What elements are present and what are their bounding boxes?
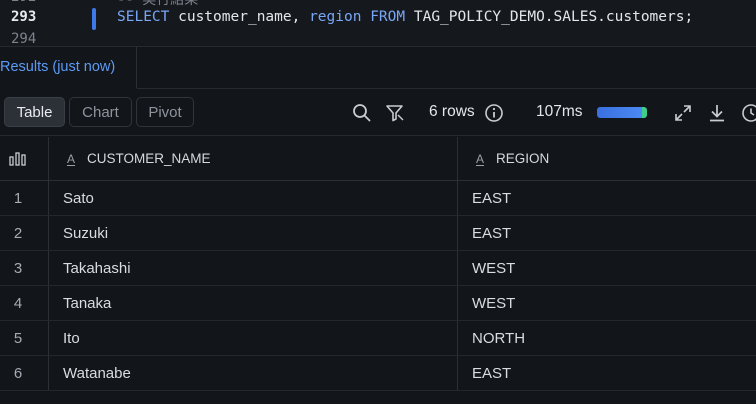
customer-name-cell[interactable]: Sato [49, 181, 458, 215]
region-cell[interactable]: NORTH [458, 321, 756, 355]
active-line-marker [92, 8, 96, 30]
table-row[interactable]: 2 Suzuki EAST [0, 216, 756, 251]
progress-tip [642, 107, 647, 118]
column-header-customer-name[interactable]: A CUSTOMER_NAME [49, 137, 458, 180]
download-icon[interactable] [706, 102, 728, 124]
row-index-cell[interactable]: 5 [0, 321, 49, 355]
history-icon[interactable] [740, 102, 756, 124]
text-type-icon: A [476, 151, 485, 166]
customer-name-cell[interactable]: Tanaka [49, 286, 458, 320]
expand-icon[interactable] [672, 102, 694, 124]
elapsed-time: 107ms [536, 103, 583, 120]
column-stats-icon [9, 151, 26, 166]
region-cell[interactable]: EAST [458, 356, 756, 390]
code-keyword: FROM [361, 9, 414, 25]
column-header-label: CUSTOMER_NAME [87, 151, 211, 166]
customer-name-cell[interactable]: Watanabe [49, 356, 458, 390]
line-number: 292 [11, 0, 36, 5]
row-index-cell[interactable]: 1 [0, 181, 49, 215]
view-chart-button[interactable]: Chart [69, 97, 132, 127]
region-cell[interactable]: EAST [458, 216, 756, 250]
line-gutter: 292 293 294 [0, 0, 90, 46]
search-icon[interactable] [351, 102, 373, 124]
row-index-cell[interactable]: 4 [0, 286, 49, 320]
table-row[interactable]: 5 Ito NORTH [0, 321, 756, 356]
view-table-button[interactable]: Table [4, 97, 65, 127]
row-index-cell[interactable]: 2 [0, 216, 49, 250]
tab-results[interactable]: Results (just now) [0, 47, 137, 89]
table-row[interactable]: 4 Tanaka WEST [0, 286, 756, 321]
progress-fill [597, 107, 647, 118]
line-number: 294 [11, 31, 37, 46]
column-stats-header[interactable] [0, 137, 49, 180]
row-index-cell[interactable]: 6 [0, 356, 49, 390]
tab-results-label: Results (just now) [0, 59, 116, 75]
column-header-region[interactable]: A REGION [458, 137, 756, 180]
table-header-row: A CUSTOMER_NAME A REGION [0, 137, 756, 181]
sql-editor[interactable]: 292 293 294 -- 実行結果 SELECT customer_name… [0, 0, 756, 46]
table-row[interactable]: 1 Sato EAST [0, 181, 756, 216]
code-keyword: region [309, 9, 362, 25]
customer-name-cell[interactable]: Ito [49, 321, 458, 355]
code-line[interactable]: SELECT customer_name, region FROM TAG_PO… [117, 9, 693, 25]
text-type-icon: A [67, 151, 76, 166]
customer-name-cell[interactable]: Suzuki [49, 216, 458, 250]
row-count: 6 rows [429, 103, 475, 120]
code-comment: -- 実行結果 [117, 0, 199, 8]
code-text: customer_name, [169, 9, 310, 25]
filter-icon[interactable] [384, 102, 406, 124]
table-row[interactable]: 6 Watanabe EAST [0, 356, 756, 391]
column-header-label: REGION [496, 151, 550, 166]
results-tab-bar: Results (just now) [0, 46, 756, 89]
region-cell[interactable]: WEST [458, 251, 756, 285]
query-progress-bar [597, 107, 647, 118]
results-table: A CUSTOMER_NAME A REGION 1 Sato EAST 2 Suzuk… [0, 137, 756, 391]
region-cell[interactable]: WEST [458, 286, 756, 320]
code-text: TAG_POLICY_DEMO.SALES.customers; [413, 9, 694, 25]
region-cell[interactable]: EAST [458, 181, 756, 215]
info-icon[interactable] [483, 102, 505, 124]
row-index-cell[interactable]: 3 [0, 251, 49, 285]
customer-name-cell[interactable]: Takahashi [49, 251, 458, 285]
line-number-current: 293 [11, 9, 37, 25]
code-keyword: SELECT [117, 9, 170, 25]
table-row[interactable]: 3 Takahashi WEST [0, 251, 756, 286]
view-pivot-button[interactable]: Pivot [136, 97, 194, 127]
